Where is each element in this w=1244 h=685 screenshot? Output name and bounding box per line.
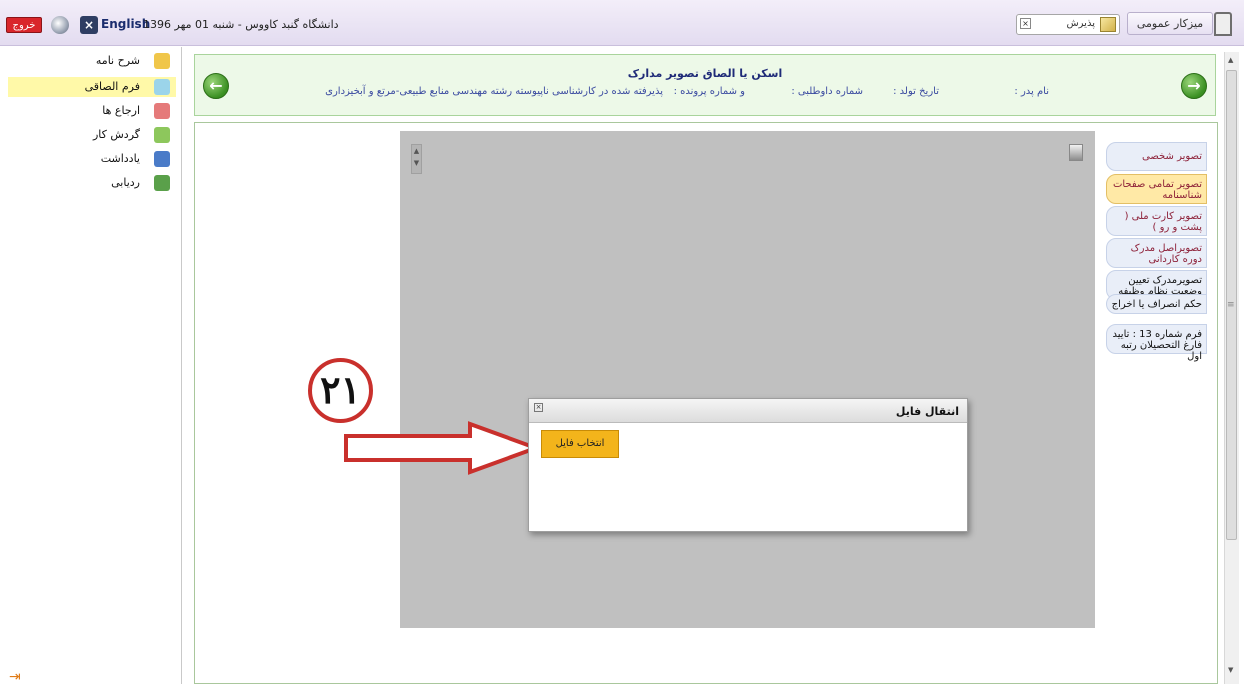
record-header-panel: ← → اسکن یا الصاق تصویر مدارک نام پدر : … xyxy=(194,54,1216,116)
father-name-label: نام پدر : xyxy=(1014,86,1049,97)
sidebar-item-letter-description[interactable]: شرح نامه xyxy=(8,51,176,71)
sidebar-item-tracking[interactable]: ردیابی xyxy=(8,173,176,193)
sidebar-item-label: فرم الصاقی xyxy=(84,80,140,93)
tracking-icon xyxy=(154,175,170,191)
pen-icon xyxy=(1100,17,1116,32)
document-viewer[interactable] xyxy=(400,131,1095,628)
clear-icon[interactable]: × xyxy=(1020,18,1031,29)
workspace-button[interactable]: میزکار عمومی xyxy=(1127,12,1213,35)
page-title: اسکن یا الصاق تصویر مدارک xyxy=(627,67,783,80)
folder-icon xyxy=(154,53,170,69)
search-label: پذیرش xyxy=(1066,18,1095,29)
sidebar-item-attached-form[interactable]: فرم الصاقی xyxy=(8,77,176,97)
workflow-icon xyxy=(154,127,170,143)
tab-associate-degree[interactable]: تصویراصل مدرک دوره کاردانی xyxy=(1106,238,1207,268)
document-icon xyxy=(154,79,170,95)
birth-date-label: تاریخ تولد : xyxy=(893,86,939,97)
notes-icon xyxy=(154,151,170,167)
file-transfer-dialog: انتقال فایل × xyxy=(528,398,968,532)
document-icon[interactable] xyxy=(1069,144,1083,161)
dialog-header: انتقال فایل × xyxy=(529,399,967,423)
referral-icon xyxy=(154,103,170,119)
tab-withdrawal-order[interactable]: حکم انصراف یا اخراج xyxy=(1106,294,1207,314)
help-icon[interactable] xyxy=(51,16,69,34)
close-icon[interactable]: × xyxy=(80,16,98,34)
sidebar-item-referrals[interactable]: ارجاع ها xyxy=(8,101,176,121)
sidebar: شرح نامه فرم الصاقی ارجاع ها گردش کار یا… xyxy=(0,47,182,684)
tab-birth-certificate[interactable]: تصویر تمامی صفحات شناسنامه xyxy=(1106,174,1207,204)
expand-arrow-icon[interactable]: ⇥ xyxy=(9,669,21,685)
sidebar-item-label: ردیابی xyxy=(111,176,140,189)
viewer-scrollbar[interactable]: ▲ ▼ xyxy=(411,144,422,174)
sidebar-item-label: ارجاع ها xyxy=(102,104,140,117)
exit-button[interactable]: خروج xyxy=(6,17,42,33)
file-number-label: و شماره پرونده : xyxy=(673,86,745,97)
choose-file-button[interactable]: انتخاب فایل xyxy=(541,430,619,458)
scroll-up-icon[interactable]: ▲ xyxy=(1228,56,1233,64)
sidebar-item-workflow[interactable]: گردش کار xyxy=(8,125,176,145)
sidebar-item-label: یادداشت xyxy=(100,152,140,165)
header-info: دانشگاه گنبد کاووس - شنبه 01 مهر 1396 xyxy=(143,18,339,31)
step-number-badge: ۲۱ xyxy=(308,358,373,423)
top-bar: خروج × English دانشگاه گنبد کاووس - شنبه… xyxy=(0,0,1244,46)
grip-icon: ≡ xyxy=(1227,300,1235,310)
sidebar-item-label: شرح نامه xyxy=(95,54,140,67)
search-input[interactable]: × پذیرش xyxy=(1016,14,1120,35)
dialog-title: انتقال فایل xyxy=(895,405,959,418)
sidebar-item-notes[interactable]: یادداشت xyxy=(8,149,176,169)
tab-national-card[interactable]: تصویر کارت ملی ( پشت و رو ) xyxy=(1106,206,1207,236)
applicant-number-label: شماره داوطلبی : xyxy=(791,86,863,97)
tab-form-13[interactable]: فرم شماره 13 : تایید فارغ التحصیلان رتبه… xyxy=(1106,324,1207,362)
home-icon[interactable] xyxy=(1214,12,1232,36)
sidebar-item-label: گردش کار xyxy=(92,128,140,141)
pointer-arrow xyxy=(344,421,540,475)
admission-info: پذیرفته شده در کارشناسی ناپیوسته رشته مه… xyxy=(325,86,663,97)
scroll-down-icon[interactable]: ▼ xyxy=(1228,666,1233,674)
close-icon[interactable]: × xyxy=(534,403,543,412)
tab-personal-photo[interactable]: تصویر شخصی xyxy=(1106,142,1207,171)
